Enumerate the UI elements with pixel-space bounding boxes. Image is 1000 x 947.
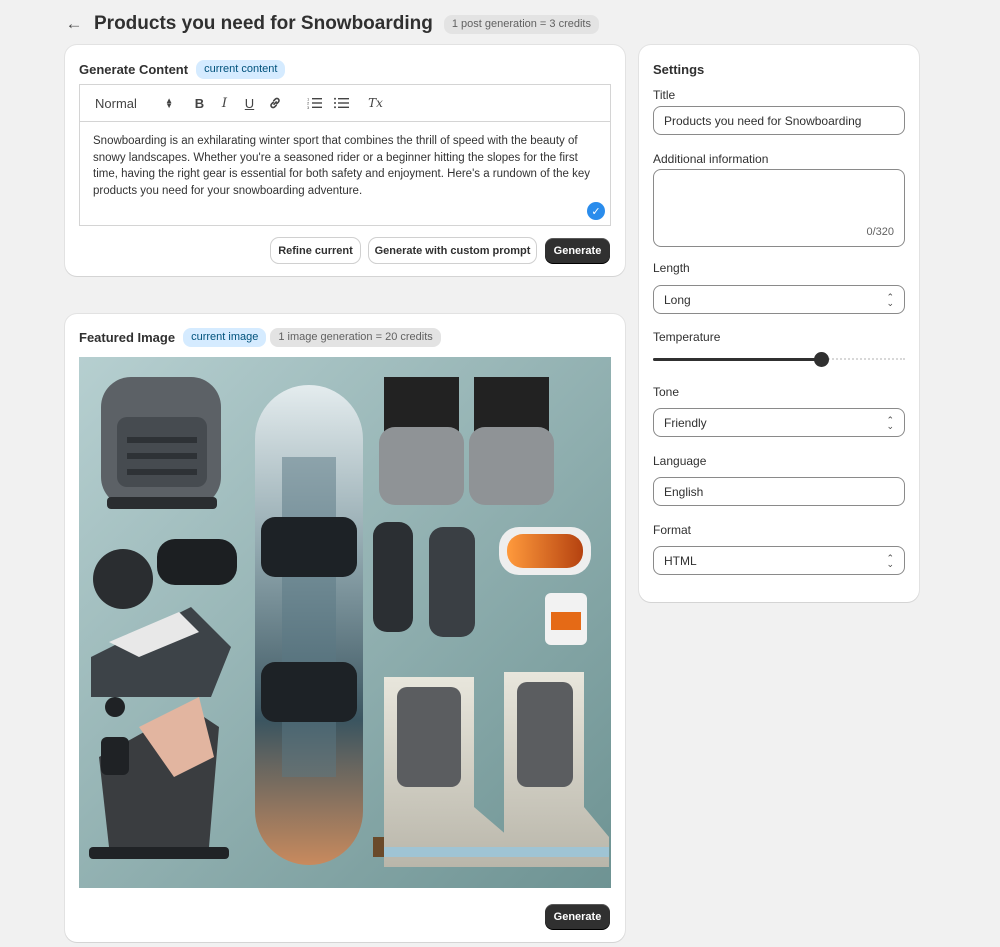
generate-content-button[interactable]: Generate	[545, 238, 610, 263]
clear-format-label: Tx	[368, 96, 383, 110]
featured-image	[79, 357, 611, 888]
underline-button[interactable]: U	[237, 93, 262, 113]
svg-text:3: 3	[307, 105, 310, 110]
generate-custom-prompt-button[interactable]: Generate with custom prompt	[369, 238, 536, 263]
rich-text-editor: Normal ▲ ▼ B I U 123 Tx Snowboarding is a	[79, 84, 611, 226]
format-select[interactable]: HTML ⌃ ⌄	[653, 546, 905, 575]
tone-select[interactable]: Friendly ⌃ ⌄	[653, 408, 905, 437]
slider-thumb[interactable]	[814, 352, 830, 367]
length-select[interactable]: Long ⌃ ⌄	[653, 285, 905, 314]
clear-format-button[interactable]: Tx	[363, 93, 388, 113]
italic-button[interactable]: I	[212, 93, 237, 113]
featured-image-card: Featured Image current image 1 image gen…	[65, 314, 625, 942]
select-arrows-icon: ▲ ▼	[165, 96, 173, 110]
ordered-list-icon[interactable]: 123	[301, 93, 326, 113]
featured-image-title: Featured Image	[79, 330, 176, 345]
refine-current-button[interactable]: Refine current	[271, 238, 360, 263]
link-icon[interactable]	[262, 93, 287, 113]
slider-fill	[653, 358, 822, 361]
current-content-badge: current content	[196, 60, 286, 79]
additional-info-label: Additional information	[653, 152, 769, 166]
char-counter: 0/320	[866, 226, 894, 238]
current-image-badge: current image	[183, 328, 267, 347]
language-label: Language	[653, 454, 707, 468]
temperature-slider[interactable]	[653, 351, 905, 367]
bold-button[interactable]: B	[187, 93, 212, 113]
additional-info-textarea[interactable]: 0/320	[653, 169, 905, 247]
page-header: ← Products you need for Snowboarding 1 p…	[64, 10, 599, 38]
select-arrows-icon: ⌃ ⌄	[886, 414, 894, 431]
settings-heading: Settings	[653, 62, 705, 77]
generate-content-card: Generate Content current content Normal …	[65, 45, 625, 276]
format-value: HTML	[664, 553, 697, 568]
generate-content-header: Generate Content current content	[79, 60, 286, 79]
language-value: English	[664, 484, 704, 499]
editor-body[interactable]: Snowboarding is an exhilarating winter s…	[80, 122, 610, 210]
tone-value: Friendly	[664, 415, 707, 430]
language-input[interactable]: English	[653, 477, 905, 506]
title-input[interactable]: Products you need for Snowboarding	[653, 106, 905, 135]
title-label: Title	[653, 88, 676, 102]
select-arrows-icon: ⌃ ⌄	[886, 552, 894, 569]
back-arrow-icon[interactable]: ←	[64, 14, 84, 34]
featured-image-header: Featured Image current image 1 image gen…	[79, 328, 441, 347]
editor-toolbar: Normal ▲ ▼ B I U 123 Tx	[80, 85, 610, 122]
format-label: Format	[653, 523, 692, 537]
settings-card: Settings Title Products you need for Sno…	[639, 45, 919, 602]
bullet-list-icon[interactable]	[328, 93, 353, 113]
block-style-label: Normal	[95, 95, 137, 111]
image-credits-badge: 1 image generation = 20 credits	[270, 328, 441, 347]
length-label: Length	[653, 261, 690, 275]
length-value: Long	[664, 292, 691, 307]
page-title: Products you need for Snowboarding	[94, 13, 433, 34]
title-input-value: Products you need for Snowboarding	[664, 113, 862, 128]
block-style-select[interactable]: Normal ▲ ▼	[95, 96, 179, 111]
select-arrows-icon: ⌃ ⌄	[886, 291, 894, 308]
temperature-label: Temperature	[653, 330, 721, 344]
generate-content-title: Generate Content	[79, 62, 189, 77]
generate-image-button[interactable]: Generate	[545, 904, 610, 929]
checkmark-icon: ✓	[587, 202, 605, 220]
post-credits-badge: 1 post generation = 3 credits	[443, 14, 599, 34]
tone-label: Tone	[653, 385, 680, 399]
